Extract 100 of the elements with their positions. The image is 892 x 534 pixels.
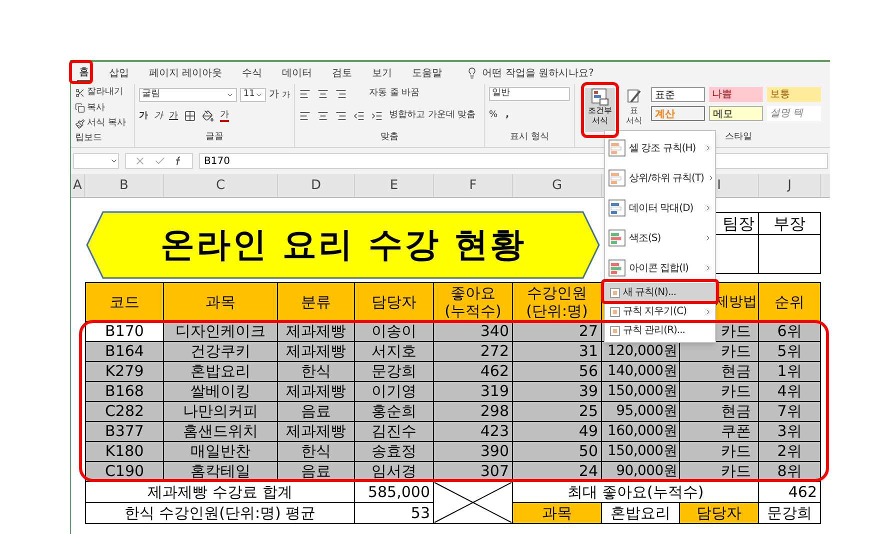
table-cell: 120,000원 bbox=[602, 342, 680, 362]
ribbon-tab[interactable]: 홈 bbox=[77, 64, 91, 82]
header-cell: 코드 bbox=[85, 282, 164, 322]
table-cell: 50 bbox=[513, 442, 602, 462]
table-cell: 송효정 bbox=[355, 442, 434, 462]
conditional-format-icon bbox=[591, 88, 609, 106]
cell-style-button[interactable]: 메모 bbox=[709, 106, 763, 121]
group-label: 표시 형식 bbox=[510, 130, 549, 144]
ribbon-tab[interactable]: 검토 bbox=[330, 64, 354, 82]
cell-style-button[interactable]: 설명 텍 bbox=[767, 106, 821, 121]
highlight-frame bbox=[69, 60, 93, 84]
cancel-icon bbox=[134, 155, 146, 167]
group-label: 스타일 bbox=[725, 130, 752, 144]
table-cell: 제과제빵 bbox=[278, 342, 355, 362]
font-name-field[interactable]: 굴림 bbox=[139, 88, 238, 102]
column-header[interactable]: A bbox=[71, 174, 85, 197]
font-style-button[interactable]: 가 bbox=[169, 110, 178, 123]
table-cell: 423 bbox=[434, 422, 513, 442]
copy-icon bbox=[75, 103, 85, 114]
table-cell: 7위 bbox=[759, 402, 821, 422]
table-cell: 한식 bbox=[278, 442, 355, 462]
table-cell: B377 bbox=[85, 422, 164, 442]
table-cell: 홈샌드위치 bbox=[164, 422, 278, 442]
column-header[interactable]: J bbox=[759, 174, 821, 197]
align-left-icon bbox=[299, 110, 311, 122]
table-cell: 462 bbox=[759, 482, 821, 503]
table-cell: 카드 bbox=[680, 382, 759, 402]
search-prompt[interactable]: 어떤 작업을 원하시나요? bbox=[482, 66, 594, 80]
ribbon-tab[interactable]: 데이터 bbox=[280, 64, 314, 82]
borders-icon bbox=[184, 110, 196, 122]
column-header[interactable]: D bbox=[278, 174, 355, 197]
table-cell: 제과제빵 bbox=[278, 382, 355, 402]
table-cell: 쌀베이킹 bbox=[164, 382, 278, 402]
percent-button[interactable]: % bbox=[489, 109, 498, 122]
table-cell: 25 bbox=[513, 402, 602, 422]
table-cell: 홍순희 bbox=[355, 402, 434, 422]
table-cell: 6위 bbox=[759, 322, 821, 342]
name-box[interactable] bbox=[73, 153, 119, 169]
table-cell: 56 bbox=[513, 362, 602, 382]
table-cell: 150,000원 bbox=[602, 442, 680, 462]
column-header[interactable]: E bbox=[355, 174, 434, 197]
table-cell: 272 bbox=[434, 342, 513, 362]
cell-style-button[interactable]: 나쁨 bbox=[709, 87, 763, 102]
ribbon-tab[interactable]: 도움말 bbox=[410, 64, 444, 82]
table-cell: 27 bbox=[513, 322, 602, 342]
ribbon-tab[interactable]: 삽입 bbox=[107, 64, 131, 82]
indent-increase-icon bbox=[371, 110, 383, 122]
font-style-button[interactable]: 가 bbox=[154, 110, 163, 123]
font-size-field[interactable]: 11 bbox=[240, 88, 266, 102]
cell-style-button[interactable]: 보통 bbox=[767, 87, 821, 102]
font-color-button[interactable]: 가 bbox=[220, 110, 229, 122]
align-top-icon bbox=[299, 88, 311, 100]
column-header[interactable]: F bbox=[434, 174, 513, 197]
dropdown-caret-icon bbox=[110, 157, 118, 165]
check-icon bbox=[154, 155, 166, 167]
header-cell: 좋아요 (누적수) bbox=[434, 282, 513, 322]
merge-center-button[interactable]: 병합하고 가운데 맞춤 bbox=[389, 108, 476, 122]
column-header[interactable]: G bbox=[513, 174, 602, 197]
table-cell: 390 bbox=[434, 442, 513, 462]
table-cell: 건강쿠키 bbox=[164, 342, 278, 362]
group-label: 립보드 bbox=[75, 132, 103, 144]
signature-cell bbox=[759, 235, 821, 274]
ribbon-tab[interactable]: 보기 bbox=[370, 64, 394, 82]
format-painter-button[interactable]: 서식 복사 bbox=[75, 117, 134, 130]
column-header[interactable]: B bbox=[85, 174, 164, 197]
conditional-format-button[interactable]: 조건부 서식 bbox=[585, 88, 615, 132]
header-cell: 담당자 bbox=[355, 282, 434, 322]
align-middle-icon bbox=[317, 88, 329, 100]
table-cell: 462 bbox=[434, 362, 513, 382]
align-right-icon bbox=[335, 110, 347, 122]
cell-style-button[interactable]: 표준 bbox=[651, 87, 705, 102]
lightbulb-icon bbox=[466, 67, 478, 79]
wrap-text-button[interactable]: 자동 줄 바꿈 bbox=[369, 87, 420, 100]
number-format-field[interactable]: 일반 bbox=[489, 87, 570, 101]
scissors-icon bbox=[75, 88, 85, 98]
table-cell: 5위 bbox=[759, 342, 821, 362]
table-cell: 제과제빵 bbox=[278, 322, 355, 342]
table-cell: 140,000원 bbox=[602, 362, 680, 382]
table-cell: 한식 수강인원(단위:명) 평균 bbox=[85, 503, 355, 524]
menu-item[interactable]: 새 규칙(N)... bbox=[605, 283, 715, 302]
group-label: 글꼴 bbox=[206, 130, 224, 144]
table-cell: 이송이 bbox=[355, 322, 434, 342]
comma-button[interactable]: , bbox=[506, 109, 509, 122]
table-cell: 과목 bbox=[513, 503, 602, 524]
header-cell: 분류 bbox=[278, 282, 355, 322]
ribbon-tab[interactable]: 페이지 레이아웃 bbox=[147, 64, 224, 82]
font-style-button[interactable]: 가 bbox=[139, 110, 148, 123]
table-cell: K279 bbox=[85, 362, 164, 382]
ribbon-tab[interactable]: 수식 bbox=[240, 64, 264, 82]
table-cell: 현금 bbox=[680, 362, 759, 382]
indent-decrease-icon bbox=[353, 110, 365, 122]
table-cell: K180 bbox=[85, 442, 164, 462]
table-cell: 혼밥요리 bbox=[164, 362, 278, 382]
shrink-font-button[interactable]: 가 bbox=[282, 88, 290, 100]
table-cell: 53 bbox=[355, 503, 434, 524]
menu-item[interactable]: 아이콘 집합(I) bbox=[605, 253, 715, 283]
copy-button[interactable]: 복사 bbox=[75, 102, 134, 115]
column-header[interactable]: C bbox=[164, 174, 278, 197]
grow-font-button[interactable]: 가 bbox=[269, 87, 279, 102]
cut-button[interactable]: 잘라내기 bbox=[75, 86, 134, 100]
